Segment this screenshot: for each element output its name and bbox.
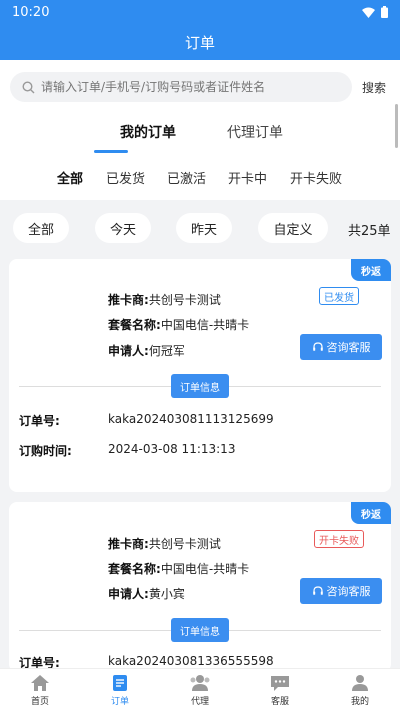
nav-orders[interactable]: 订单: [80, 669, 160, 712]
status-tab-failed[interactable]: 开卡失败: [290, 168, 342, 187]
wifi-icon: [362, 7, 375, 18]
applicant-value: 何冠军: [148, 344, 185, 358]
filter-yesterday[interactable]: 昨天: [176, 213, 232, 243]
order-card[interactable]: 秒返 推卡商:共创号卡测试 套餐名称:中国电信-共晴卡 申请人:何冠军 已发货 …: [9, 259, 391, 492]
nav-agent[interactable]: 代理: [160, 669, 240, 712]
contact-service-button[interactable]: 咨询客服: [300, 578, 382, 604]
search-input[interactable]: [41, 80, 331, 94]
provider-value: 共创号卡测试: [148, 537, 221, 551]
status-tab-activated[interactable]: 已激活: [167, 168, 206, 187]
status-time: 10:20: [12, 4, 50, 20]
status-tab-shipped[interactable]: 已发货: [106, 168, 145, 187]
package-value: 中国电信-共晴卡: [160, 318, 250, 332]
status-tab-all[interactable]: 全部: [57, 168, 83, 187]
home-icon: [31, 675, 49, 691]
tab-agent-orders[interactable]: 代理订单: [227, 122, 283, 142]
search-row: 搜索: [10, 71, 390, 103]
date-filter-row: 全部 今天 昨天 自定义 共25单: [0, 213, 400, 243]
app-bar: 订单: [0, 24, 400, 60]
battery-icon: [381, 6, 388, 18]
nav-mine[interactable]: 我的: [320, 669, 400, 712]
filter-today[interactable]: 今天: [95, 213, 151, 243]
nav-home[interactable]: 首页: [0, 669, 80, 712]
order-no-value: kaka202403081113125699: [108, 412, 274, 426]
package-value: 中国电信-共晴卡: [160, 562, 250, 576]
tab-my-orders[interactable]: 我的订单: [120, 122, 176, 142]
search-icon: [22, 80, 35, 93]
contact-service-button[interactable]: 咨询客服: [300, 334, 382, 360]
headset-icon: [312, 342, 323, 351]
order-icon: [113, 675, 127, 691]
instant-return-badge: 秒返: [351, 259, 391, 281]
status-tab-opening[interactable]: 开卡中: [228, 168, 267, 187]
filter-all[interactable]: 全部: [13, 213, 69, 243]
search-button[interactable]: 搜索: [362, 79, 386, 96]
tab-underline: [94, 150, 128, 153]
order-card[interactable]: 秒返 推卡商:共创号卡测试 套餐名称:中国电信-共晴卡 申请人:黄小宾 开卡失败…: [9, 502, 391, 672]
chat-icon: [271, 676, 289, 691]
filter-custom[interactable]: 自定义: [258, 213, 328, 243]
order-no-value: kaka202403081336555598: [108, 654, 274, 668]
status-bar: 10:20: [0, 0, 400, 24]
provider-value: 共创号卡测试: [148, 293, 221, 307]
status-tabs: 全部 已发货 已激活 开卡中 开卡失败: [0, 168, 400, 188]
search-box[interactable]: [10, 72, 352, 102]
status-badge: 开卡失败: [314, 530, 364, 548]
instant-return-badge: 秒返: [351, 502, 391, 524]
order-tabs: 我的订单 代理订单: [0, 122, 400, 152]
nav-service[interactable]: 客服: [240, 669, 320, 712]
order-count: 共25单: [348, 224, 391, 239]
page-title: 订单: [184, 33, 215, 52]
order-time-value: 2024-03-08 11:13:13: [108, 442, 236, 456]
bottom-nav: 首页 订单 代理 客服 我的: [0, 668, 400, 712]
status-badge: 已发货: [319, 287, 359, 305]
person-icon: [352, 675, 368, 691]
order-info-button[interactable]: 订单信息: [171, 374, 229, 398]
order-info-button[interactable]: 订单信息: [171, 618, 229, 642]
agent-icon: [190, 675, 210, 691]
applicant-value: 黄小宾: [148, 587, 185, 601]
headset-icon: [312, 586, 323, 595]
